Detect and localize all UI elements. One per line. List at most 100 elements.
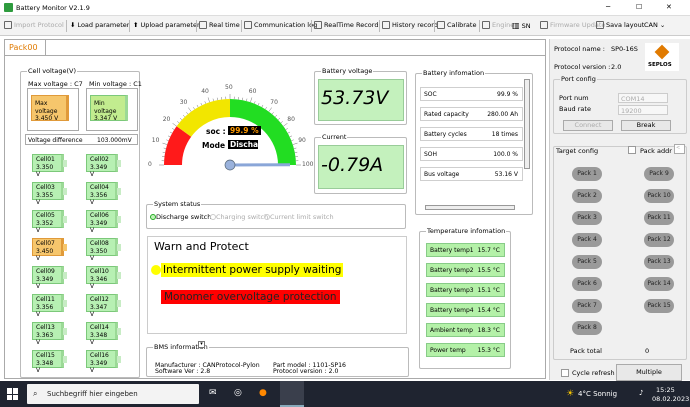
gauge-tick-label: 60 bbox=[248, 87, 257, 95]
pack-button[interactable]: Pack 5 bbox=[572, 255, 602, 269]
close-button[interactable]: ✕ bbox=[666, 3, 672, 11]
baud-rate-label: Baud rate bbox=[559, 105, 591, 113]
gauge-tick bbox=[188, 107, 192, 112]
pack-button[interactable]: Pack 15 bbox=[644, 299, 674, 313]
cell-balance-indicator bbox=[117, 328, 121, 335]
weather-icon: ☀ bbox=[566, 389, 575, 399]
temperature-label: Battery temp1 bbox=[430, 247, 474, 254]
engine-button[interactable]: Engine bbox=[482, 21, 514, 29]
engine-icon bbox=[482, 21, 490, 29]
import-protocol-button[interactable]: Import Protocol bbox=[4, 21, 64, 29]
pack-button[interactable]: Pack 6 bbox=[572, 277, 602, 291]
pack-button[interactable]: Pack 1 bbox=[572, 167, 602, 181]
upload-parameter-button[interactable]: ⬆ Upload parameter bbox=[133, 21, 200, 29]
maximize-button[interactable]: ☐ bbox=[636, 3, 642, 11]
tab-pack00[interactable]: Pack00 bbox=[4, 39, 46, 55]
taskbar-search-input[interactable]: ⌕ Suchbegriff hier eingeben bbox=[27, 384, 199, 404]
port-config-title: Port config bbox=[560, 75, 597, 83]
battery-info-row: Battery cycles 18 times bbox=[420, 127, 523, 141]
can-dropdown[interactable]: CAN ⌄ bbox=[644, 21, 665, 29]
horizontal-scrollbar[interactable] bbox=[425, 205, 515, 210]
pack-button[interactable]: Pack 13 bbox=[644, 255, 674, 269]
cell-balance-indicator bbox=[63, 244, 67, 251]
communication-log-button[interactable]: Communication log bbox=[244, 21, 317, 29]
cycle-refresh-checkbox[interactable] bbox=[561, 369, 569, 377]
edge-icon[interactable]: ◎ bbox=[234, 388, 242, 398]
gauge-tick bbox=[177, 121, 180, 124]
gauge-tick bbox=[285, 128, 288, 130]
pack-button[interactable]: Pack 11 bbox=[644, 211, 674, 225]
window-title: Battery Monitor V2.1.9 bbox=[16, 4, 90, 12]
title-bar: Battery Monitor V2.1.9 ─ ☐ ✕ bbox=[0, 0, 690, 16]
warn-protect-title: Warn and Protect bbox=[154, 240, 249, 253]
outlook-icon[interactable]: ✉ bbox=[209, 388, 217, 398]
cell-balance-indicator bbox=[117, 160, 121, 167]
pack-addr-spin[interactable]: < bbox=[674, 144, 685, 154]
clock-date: 08.02.2023 bbox=[652, 395, 690, 403]
volume-icon[interactable]: ♪ bbox=[639, 389, 643, 397]
pack-button[interactable]: Pack 8 bbox=[572, 321, 602, 335]
gauge-tick bbox=[283, 123, 288, 127]
pack-button[interactable]: Pack 7 bbox=[572, 299, 602, 313]
port-num-select[interactable]: COM14 bbox=[618, 93, 668, 103]
break-button[interactable]: Break bbox=[621, 120, 671, 131]
cell-card: Cell03 3.355 V bbox=[32, 182, 67, 206]
battery-info-row: SOH 100.0 % bbox=[420, 147, 523, 161]
cell-balance-indicator bbox=[63, 356, 67, 363]
battery-info-value: 280.00 Ah bbox=[487, 111, 518, 118]
battery-voltage-value: 53.73V bbox=[318, 79, 404, 121]
soc-value: 99.9 % bbox=[228, 126, 261, 135]
pack-button[interactable]: Pack 9 bbox=[644, 167, 674, 181]
gauge-tick bbox=[254, 101, 256, 104]
sn-button[interactable]: ▥ SN bbox=[512, 21, 531, 30]
load-parameter-button[interactable]: ⬇ Load parameter bbox=[70, 21, 129, 29]
pack-button[interactable]: Pack 10 bbox=[644, 189, 674, 203]
temperature-group: Temperature infomation Battery temp1 15.7… bbox=[419, 227, 511, 369]
temperature-value: 15.3 °C bbox=[477, 347, 500, 354]
connect-button[interactable]: Connect bbox=[563, 120, 613, 131]
temperature-row: Ambient temp 18.3 °C bbox=[426, 323, 505, 337]
save-icon bbox=[596, 21, 604, 29]
cell-name: Cell01 bbox=[36, 156, 55, 163]
mode-value: Discharge bbox=[228, 140, 258, 149]
cell-balance-indicator bbox=[117, 300, 121, 307]
charging-switch: Charging switch bbox=[210, 213, 268, 221]
upload-icon: ⬆ bbox=[133, 21, 139, 29]
protocol-name-value: SP0-16S bbox=[611, 45, 638, 53]
cell-name: Cell11 bbox=[36, 296, 55, 303]
cell-balance-indicator bbox=[117, 356, 121, 363]
gauge-tick bbox=[293, 147, 297, 149]
pack-addr-checkbox[interactable] bbox=[628, 146, 636, 154]
pack-button[interactable]: Pack 2 bbox=[572, 189, 602, 203]
pack-button[interactable]: Pack 3 bbox=[572, 211, 602, 225]
warning-message: Intermittent power supply waiting bbox=[161, 263, 344, 277]
cell-card: Cell06 3.349 V bbox=[86, 210, 121, 234]
pack-button[interactable]: Pack 12 bbox=[644, 233, 674, 247]
gauge-tick bbox=[287, 131, 291, 134]
history-record-button[interactable]: History record bbox=[382, 21, 438, 29]
cell-balance-indicator bbox=[63, 160, 67, 167]
firefox-icon[interactable]: ● bbox=[259, 388, 267, 398]
cell-name: Cell05 bbox=[36, 212, 55, 219]
vertical-scrollbar[interactable] bbox=[524, 79, 530, 169]
windows-start-icon[interactable] bbox=[7, 388, 19, 400]
realtime-button[interactable]: Real time bbox=[199, 21, 240, 29]
baud-rate-select[interactable]: 19200 bbox=[618, 105, 668, 115]
cell-name: Cell02 bbox=[90, 156, 109, 163]
calibrate-button[interactable]: Calibrate bbox=[437, 21, 476, 29]
pack-button[interactable]: Pack 14 bbox=[644, 277, 674, 291]
multiple-button[interactable]: Multiple bbox=[616, 364, 682, 381]
cell-card: Cell16 3.349 V bbox=[86, 350, 121, 374]
pack-button[interactable]: Pack 4 bbox=[572, 233, 602, 247]
protocol-version-label: Protocol version : bbox=[554, 63, 611, 71]
collapse-icon[interactable]: ▾ bbox=[198, 341, 205, 348]
min-voltage-cell-label: Min voltage : C1 bbox=[89, 80, 142, 88]
battery-info-value: 53.16 V bbox=[494, 171, 518, 178]
taskbar: ⌕ Suchbegriff hier eingeben ✉ ◎ ● ☀ 4°C … bbox=[0, 381, 690, 407]
temperature-value: 18.3 °C bbox=[477, 327, 500, 334]
realtime-record-button[interactable]: RealTime Record bbox=[314, 21, 378, 29]
save-layout-button[interactable]: Sava layout bbox=[596, 21, 644, 29]
target-config-title: Target config bbox=[556, 147, 599, 155]
battery-monitor-taskbar-icon[interactable] bbox=[280, 381, 304, 407]
minimize-button[interactable]: ─ bbox=[606, 3, 610, 11]
